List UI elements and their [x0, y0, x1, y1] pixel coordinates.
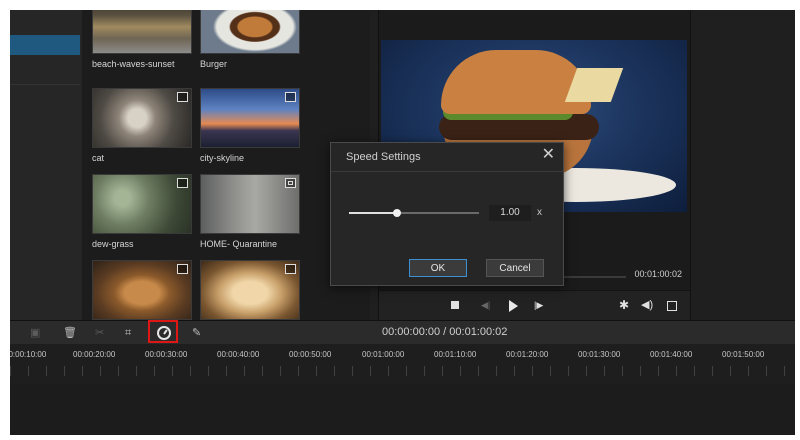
media-library: beach-waves-sunset Burger cat city-skyli… [82, 10, 370, 320]
sidebar-divider [10, 84, 80, 85]
speed-button[interactable] [148, 320, 178, 343]
media-item[interactable] [200, 260, 300, 320]
save-icon[interactable]: ▣ [30, 326, 40, 340]
speed-slider-handle[interactable] [393, 209, 402, 217]
ok-button[interactable]: OK [409, 259, 467, 277]
media-item[interactable]: city-skyline [200, 88, 300, 163]
ruler-label: 00:00:50:00 [289, 350, 332, 359]
ruler-label: 00:01:40:00 [650, 350, 693, 359]
speed-slider-fill [349, 212, 398, 214]
close-icon[interactable]: ✕ [542, 146, 555, 164]
delete-icon[interactable]: 🗑 [63, 326, 77, 340]
media-item[interactable] [92, 260, 192, 320]
preview-duration: 00:01:00:02 [634, 269, 682, 279]
timeline-track-area[interactable] [10, 384, 795, 435]
sidebar-selected-item[interactable] [10, 35, 80, 55]
cancel-button[interactable]: Cancel [486, 259, 544, 277]
media-thumbnail[interactable] [92, 10, 192, 54]
media-label: cat [92, 153, 105, 163]
speed-settings-dialog: Speed Settings ✕ 1.00 x OK Cancel [330, 142, 564, 286]
media-label: dew-grass [92, 239, 134, 249]
ruler-ticks [10, 366, 795, 376]
media-item[interactable]: cat [92, 88, 192, 163]
right-panel [690, 10, 795, 320]
media-item[interactable]: beach-waves-sunset [92, 10, 192, 69]
image-icon [177, 92, 188, 102]
fullscreen-icon[interactable] [667, 301, 677, 311]
timeline-toolbar: ▣ 🗑 ✂ ⌗ ✎ 00:00:00:00 / 00:01:00:02 [10, 320, 795, 345]
crop-icon[interactable]: ⌗ [125, 326, 131, 340]
image-icon [285, 92, 296, 102]
image-icon [177, 264, 188, 274]
split-icon[interactable]: ✂ [95, 326, 104, 340]
video-editor-window: beach-waves-sunset Burger cat city-skyli… [10, 10, 795, 435]
ruler-label: 00:00:40:00 [217, 350, 260, 359]
image-icon [177, 178, 188, 188]
media-label: Burger [200, 59, 228, 69]
media-thumbnail[interactable] [92, 88, 192, 148]
ruler-label: 00:01:50:00 [722, 350, 765, 359]
media-label: city-skyline [200, 153, 245, 163]
ruler-label: 00:01:30:00 [578, 350, 621, 359]
media-label: beach-waves-sunset [92, 59, 175, 69]
media-thumbnail[interactable] [92, 174, 192, 234]
media-item[interactable]: HOME- Quarantine [200, 174, 300, 249]
dialog-title: Speed Settings [346, 151, 421, 163]
media-thumbnail[interactable] [200, 174, 300, 234]
settings-icon[interactable]: ✱ [619, 298, 629, 312]
ruler-label: 00:01:10:00 [434, 350, 477, 359]
volume-icon[interactable]: ◀) [641, 298, 653, 312]
ruler-label: 00:00:10:00 [10, 350, 47, 359]
dialog-divider [331, 171, 563, 172]
ruler-label: 00:00:20:00 [73, 350, 116, 359]
timeline-timecode: 00:00:00:00 / 00:01:00:02 [382, 326, 508, 338]
ruler-label: 00:00:30:00 [145, 350, 188, 359]
speed-value-input[interactable]: 1.00 [489, 205, 531, 221]
media-label: HOME- Quarantine [200, 239, 278, 249]
ruler-label: 00:01:00:00 [362, 350, 405, 359]
ruler-label: 00:01:20:00 [506, 350, 549, 359]
speed-slider[interactable] [349, 209, 479, 217]
speed-icon [157, 326, 171, 340]
prev-frame-icon[interactable]: ◀| [481, 298, 490, 312]
play-icon[interactable] [509, 300, 518, 312]
media-thumbnail[interactable] [200, 10, 300, 54]
bun-top-shape [441, 50, 591, 114]
media-item[interactable]: dew-grass [92, 174, 192, 249]
media-thumbnail[interactable] [200, 260, 300, 320]
next-frame-icon[interactable]: |▶ [534, 298, 543, 312]
media-thumbnail[interactable] [92, 260, 192, 320]
left-sidebar [10, 10, 83, 320]
video-icon [285, 178, 296, 188]
timeline-ruler[interactable]: 00:00:10:00 00:00:20:00 00:00:30:00 00:0… [10, 344, 795, 384]
stop-icon[interactable] [451, 301, 459, 309]
playback-controls: ◀| |▶ ✱ ◀) [379, 290, 690, 321]
edit-icon[interactable]: ✎ [192, 326, 201, 340]
image-icon [285, 264, 296, 274]
media-item[interactable]: Burger [200, 10, 300, 69]
media-thumbnail[interactable] [200, 88, 300, 148]
speed-unit-label: x [537, 207, 542, 218]
